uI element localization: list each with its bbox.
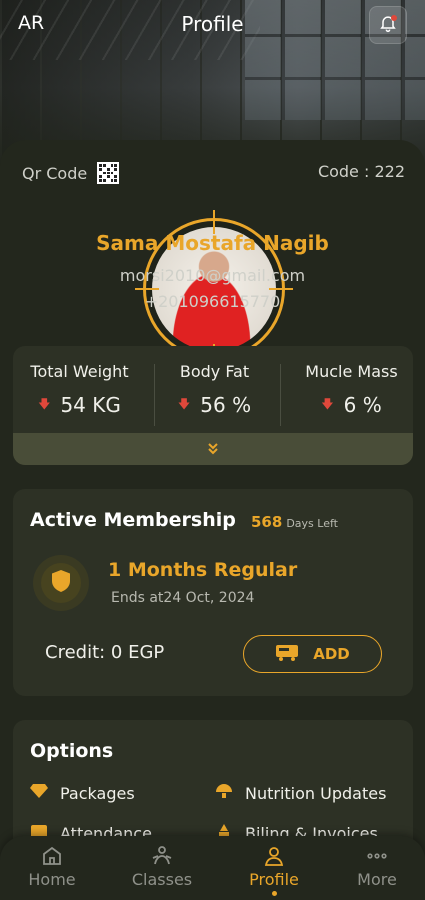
more-icon	[327, 842, 425, 870]
days-left-label: Days Left	[286, 517, 338, 530]
home-icon	[2, 842, 102, 870]
member-name: Sama Mostafa Nagib	[96, 231, 329, 255]
arrow-down-icon: 🡇	[177, 396, 191, 411]
body-stats-card: Total Weight 🡇 54 KG Body Fat 🡇 56 % Mucle…	[13, 346, 413, 465]
qr-code-icon	[97, 162, 120, 184]
qr-code-label: Qr Code	[22, 163, 88, 183]
arrow-down-icon: 🡇	[321, 396, 334, 411]
nav-home[interactable]: Home	[2, 842, 102, 889]
membership-end-date: Ends at24 Oct, 2024	[111, 590, 255, 606]
page-title: Profile	[181, 12, 244, 36]
active-indicator	[271, 891, 277, 896]
option-packages[interactable]: Packages	[30, 783, 135, 803]
nav-classes[interactable]: Classes	[112, 842, 212, 889]
bottom-navigation: Home Classes Profile More	[0, 836, 425, 900]
stat-total-weight: Total Weight 🡇 54 KG	[13, 362, 146, 417]
member-code: Code : 222	[317, 162, 405, 181]
stat-body-fat: Body Fat 🡇 56 %	[148, 362, 281, 417]
profile-icon	[224, 842, 324, 870]
option-nutrition-updates[interactable]: Nutrition Updates	[215, 783, 386, 803]
divider	[280, 364, 281, 426]
top-bar: AR Profile	[0, 0, 425, 50]
nav-profile[interactable]: Profile	[224, 842, 324, 896]
nav-label: Home	[28, 870, 76, 889]
credit-balance: Credit: 0 EGP	[45, 642, 165, 663]
add-credit-label: ADD	[313, 645, 350, 663]
stat-label: Total Weight	[30, 362, 129, 381]
crosshair-right	[269, 288, 293, 290]
active-membership-card: Active Membership 568 Days Left 1 Months …	[13, 489, 413, 696]
option-label: Packages	[60, 783, 135, 803]
diamond-icon	[30, 783, 48, 803]
classes-icon	[112, 842, 212, 870]
language-toggle[interactable]: AR	[18, 12, 44, 34]
notifications-button[interactable]	[369, 6, 407, 44]
stat-muscle-mass: Mucle Mass 🡇 6 %	[285, 362, 413, 417]
notification-dot	[391, 15, 397, 21]
expand-stats-button[interactable]	[13, 433, 413, 465]
stat-value: 56 %	[200, 393, 252, 417]
shield-icon	[50, 569, 72, 597]
arrow-down-icon: 🡇	[38, 396, 51, 411]
days-left-count: 568	[251, 513, 283, 531]
stat-label: Mucle Mass	[305, 362, 398, 381]
stat-label: Body Fat	[179, 362, 250, 381]
crosshair-left	[135, 288, 159, 290]
nav-label: Classes	[131, 870, 193, 889]
member-email: morsi2010@gmail.com	[119, 266, 306, 285]
nav-label: More	[357, 870, 397, 889]
qr-code-button[interactable]: Qr Code	[22, 162, 120, 184]
days-left: 568 Days Left	[251, 513, 338, 531]
membership-badge	[33, 555, 89, 611]
membership-heading: Active Membership	[30, 509, 236, 531]
add-credit-button[interactable]: ADD	[243, 635, 382, 673]
nav-more[interactable]: More	[327, 842, 425, 889]
stat-value: 6 %	[343, 393, 382, 417]
nutrition-icon	[215, 783, 233, 803]
options-heading: Options	[30, 740, 114, 762]
membership-plan: 1 Months Regular	[108, 559, 298, 581]
member-phone: +201096615770	[144, 292, 281, 311]
nav-label: Profile	[249, 870, 299, 889]
option-label: Nutrition Updates	[245, 783, 387, 803]
wallet-icon	[275, 643, 299, 665]
stat-value: 54 KG	[60, 393, 121, 417]
double-chevron-down-icon	[206, 440, 220, 459]
